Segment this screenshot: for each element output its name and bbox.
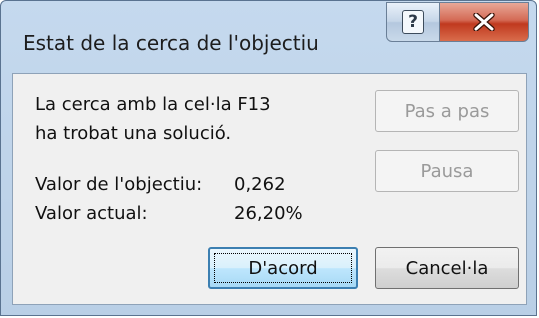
focus-ring — [214, 253, 352, 283]
current-value: 26,20% — [234, 203, 303, 224]
title-bar[interactable]: Estat de la cerca de l'objectiu ? — [1, 1, 536, 63]
close-icon — [473, 13, 495, 31]
status-message-line-2: ha trobat una solució. — [35, 123, 232, 144]
help-icon: ? — [402, 10, 424, 34]
current-value-label: Valor actual: — [35, 203, 148, 224]
target-value-label: Valor de l'objectiu: — [35, 174, 203, 195]
status-message-line-1: La cerca amb la cel·la F13 — [35, 94, 271, 115]
dialog-body: La cerca amb la cel·la F13 ha trobat una… — [12, 73, 527, 305]
pause-button[interactable]: Pausa — [375, 150, 519, 192]
ok-button[interactable]: D'acord — [208, 247, 358, 289]
help-button[interactable]: ? — [386, 2, 440, 42]
step-button[interactable]: Pas a pas — [375, 90, 519, 132]
window-title: Estat de la cerca de l'objectiu — [23, 31, 319, 55]
goal-seek-status-dialog: Estat de la cerca de l'objectiu ? La cer… — [0, 0, 537, 316]
cancel-button[interactable]: Cancel·la — [375, 247, 519, 289]
target-value: 0,262 — [234, 174, 286, 195]
close-button[interactable] — [439, 2, 529, 42]
